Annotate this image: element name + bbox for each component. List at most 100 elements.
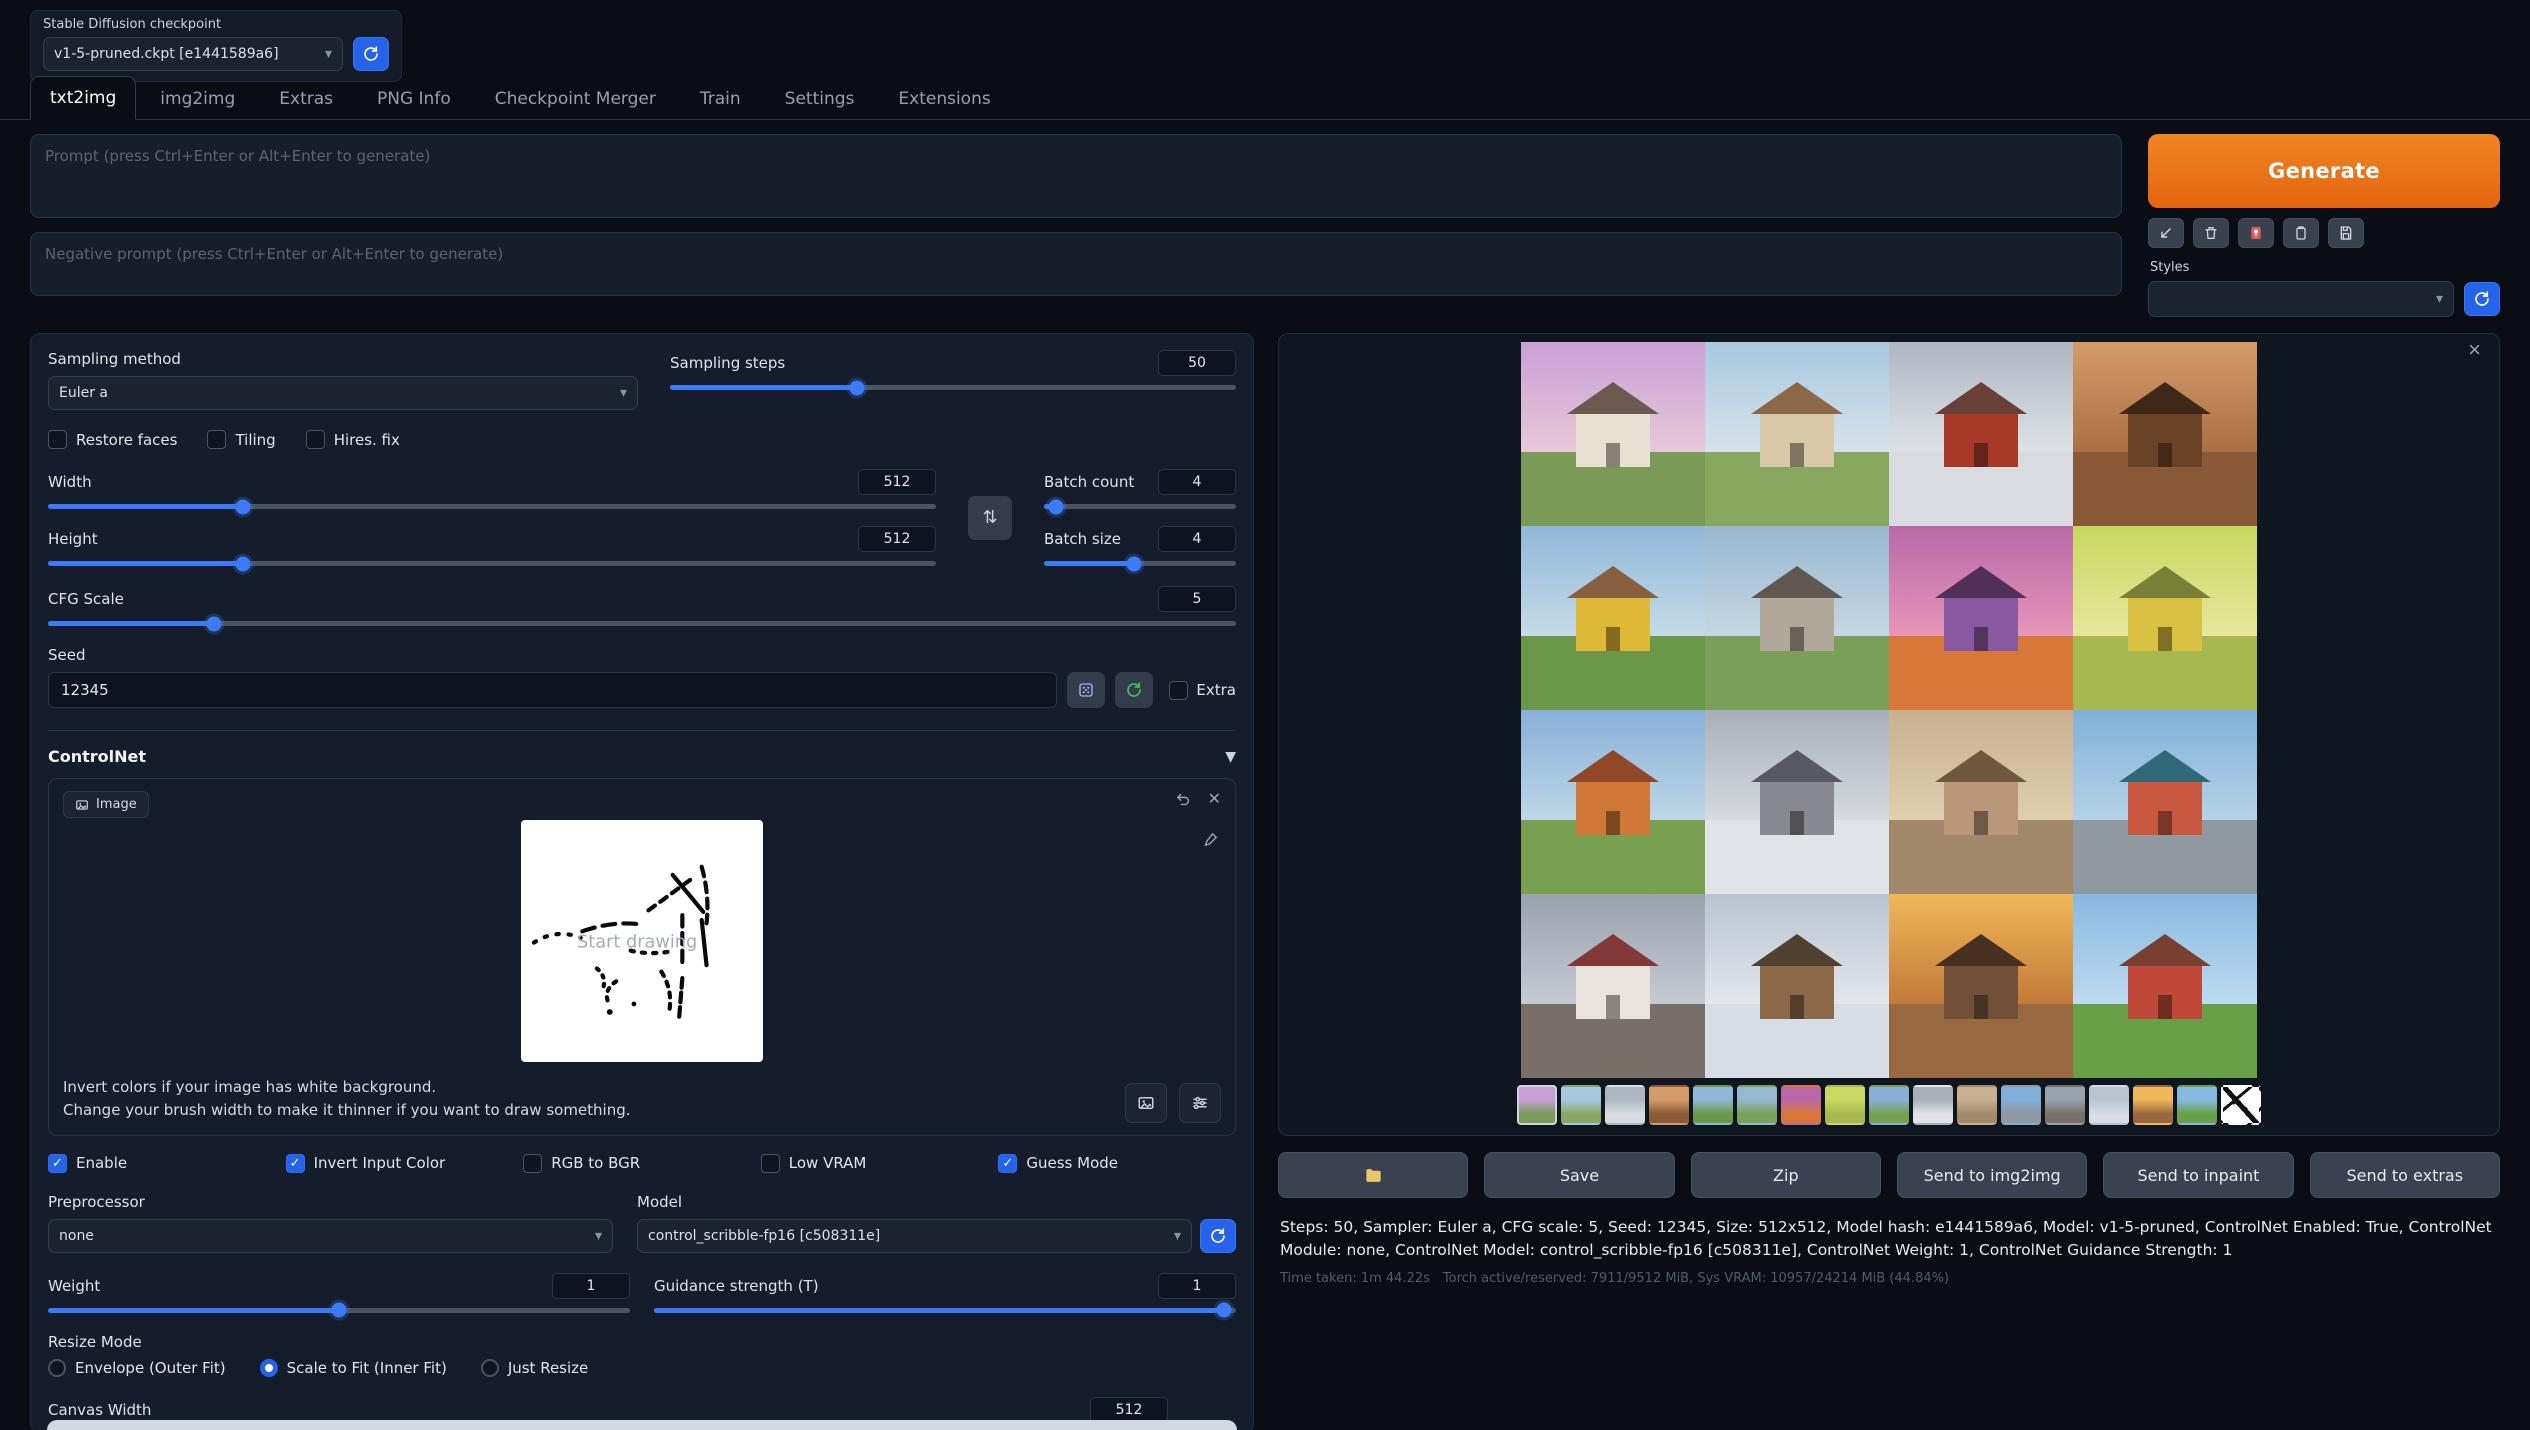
gallery-image[interactable] xyxy=(1889,710,2073,894)
gallery-image[interactable] xyxy=(2073,342,2257,526)
gallery-thumbnail[interactable] xyxy=(2001,1085,2041,1125)
sampling-steps-input[interactable]: 50 xyxy=(1158,350,1236,376)
refresh-styles-button[interactable] xyxy=(2464,282,2500,316)
send-inpaint-button[interactable]: Send to inpaint xyxy=(2103,1152,2293,1198)
gallery-thumbnail[interactable] xyxy=(2045,1085,2085,1125)
gallery-image[interactable] xyxy=(1889,894,2073,1078)
tab-img2img[interactable]: img2img xyxy=(140,76,255,120)
controlnet-image-tab[interactable]: Image xyxy=(63,791,149,818)
guidance-strength-input[interactable]: 1 xyxy=(1158,1273,1236,1299)
swap-dimensions-button[interactable]: ⇅ xyxy=(968,496,1012,540)
extra-networks-button[interactable] xyxy=(2238,218,2274,248)
tab-png-info[interactable]: PNG Info xyxy=(357,76,471,120)
gallery-image[interactable] xyxy=(1889,526,2073,710)
seed-input[interactable] xyxy=(48,672,1057,708)
clear-image-icon[interactable]: ✕ xyxy=(1208,792,1221,808)
tiling-checkbox[interactable]: Tiling xyxy=(207,430,275,449)
sampling-steps-slider[interactable] xyxy=(670,385,1236,390)
guidance-strength-slider[interactable] xyxy=(654,1308,1236,1313)
refresh-models-button[interactable] xyxy=(1200,1219,1236,1253)
tab-settings[interactable]: Settings xyxy=(765,76,875,120)
negative-prompt-input[interactable] xyxy=(30,232,2122,296)
gallery-thumbnail[interactable] xyxy=(1913,1085,1953,1125)
gallery-thumbnail[interactable] xyxy=(1605,1085,1645,1125)
low-vram-checkbox[interactable]: Low VRAM xyxy=(761,1154,999,1173)
zip-button[interactable]: Zip xyxy=(1691,1152,1881,1198)
rgb-to-bgr-checkbox[interactable]: RGB to BGR xyxy=(523,1154,761,1173)
just-resize-radio[interactable]: Just Resize xyxy=(481,1359,588,1377)
gallery-thumbnail[interactable] xyxy=(1649,1085,1689,1125)
reuse-seed-button[interactable] xyxy=(1115,672,1153,708)
open-folder-button[interactable] xyxy=(1278,1152,1468,1198)
gallery-image[interactable] xyxy=(2073,526,2257,710)
gallery-thumbnail[interactable] xyxy=(1517,1085,1557,1125)
gallery-image[interactable] xyxy=(1705,342,1889,526)
gallery-image[interactable] xyxy=(1889,342,2073,526)
canvas-settings-button[interactable] xyxy=(1179,1083,1221,1123)
gallery-thumbnail[interactable] xyxy=(1869,1085,1909,1125)
guess-mode-checkbox[interactable]: ✓Guess Mode xyxy=(998,1154,1236,1173)
controlnet-map-thumbnail[interactable] xyxy=(2221,1085,2261,1125)
apply-style-button[interactable] xyxy=(2283,218,2319,248)
width-input[interactable]: 512 xyxy=(858,469,936,495)
generate-button[interactable]: Generate xyxy=(2148,134,2500,208)
styles-select[interactable]: ▾ xyxy=(2148,281,2454,317)
tab-extras[interactable]: Extras xyxy=(259,76,353,120)
batch-size-input[interactable]: 4 xyxy=(1158,526,1236,552)
seed-extra-checkbox[interactable]: Extra xyxy=(1169,681,1236,700)
send-img2img-button[interactable]: Send to img2img xyxy=(1897,1152,2087,1198)
save-style-button[interactable] xyxy=(2328,218,2364,248)
batch-count-input[interactable]: 4 xyxy=(1158,469,1236,495)
width-slider[interactable] xyxy=(48,504,936,509)
gallery-thumbnail[interactable] xyxy=(1781,1085,1821,1125)
gallery-thumbnail[interactable] xyxy=(1693,1085,1733,1125)
undo-icon[interactable] xyxy=(1175,791,1192,808)
new-canvas-button[interactable] xyxy=(1125,1083,1167,1123)
gallery-image[interactable] xyxy=(1521,342,1705,526)
gallery-thumbnail[interactable] xyxy=(1737,1085,1777,1125)
weight-slider[interactable] xyxy=(48,1308,630,1313)
controlnet-model-select[interactable]: control_scribble-fp16 [c508311e] ▾ xyxy=(637,1219,1192,1253)
cfg-scale-input[interactable]: 5 xyxy=(1158,586,1236,612)
tab-extensions[interactable]: Extensions xyxy=(878,76,1010,120)
canvas-width-input[interactable]: 512 xyxy=(1090,1397,1168,1423)
batch-count-slider[interactable] xyxy=(1044,504,1236,509)
refresh-checkpoint-button[interactable] xyxy=(353,37,389,71)
close-gallery-icon[interactable]: × xyxy=(2462,338,2487,362)
invert-input-color-checkbox[interactable]: ✓Invert Input Color xyxy=(286,1154,524,1173)
gallery-image[interactable] xyxy=(1705,526,1889,710)
gallery-thumbnail[interactable] xyxy=(2177,1085,2217,1125)
paste-params-button[interactable] xyxy=(2148,218,2184,248)
send-extras-button[interactable]: Send to extras xyxy=(2310,1152,2500,1198)
cfg-scale-slider[interactable] xyxy=(48,621,1236,626)
height-input[interactable]: 512 xyxy=(858,526,936,552)
gallery-image[interactable] xyxy=(1705,710,1889,894)
random-seed-button[interactable] xyxy=(1067,672,1105,708)
gallery-image[interactable] xyxy=(1705,894,1889,1078)
tab-train[interactable]: Train xyxy=(680,76,761,120)
tab-txt2img[interactable]: txt2img xyxy=(30,76,136,120)
preprocessor-select[interactable]: none ▾ xyxy=(48,1219,613,1253)
envelope-outer-fit-radio[interactable]: Envelope (Outer Fit) xyxy=(48,1359,226,1377)
gallery-thumbnail[interactable] xyxy=(2133,1085,2173,1125)
gallery-image[interactable] xyxy=(1521,710,1705,894)
brush-icon[interactable] xyxy=(1202,831,1219,848)
preview-annotator-button[interactable] xyxy=(47,1420,1237,1430)
sampling-method-select[interactable]: Euler a ▾ xyxy=(48,376,638,410)
scribble-canvas[interactable]: Start drawing xyxy=(521,820,763,1062)
gallery-image[interactable] xyxy=(2073,710,2257,894)
gallery-thumbnail[interactable] xyxy=(2089,1085,2129,1125)
weight-input[interactable]: 1 xyxy=(552,1273,630,1299)
save-button[interactable]: Save xyxy=(1484,1152,1674,1198)
scale-to-fit-inner-fit-radio[interactable]: Scale to Fit (Inner Fit) xyxy=(260,1359,447,1377)
gallery-thumbnail[interactable] xyxy=(1825,1085,1865,1125)
enable-checkbox[interactable]: ✓Enable xyxy=(48,1154,286,1173)
checkpoint-select[interactable]: v1-5-pruned.ckpt [e1441589a6] ▾ xyxy=(43,37,343,71)
controlnet-collapse-icon[interactable]: ▼ xyxy=(1225,749,1236,765)
restore-faces-checkbox[interactable]: Restore faces xyxy=(48,430,177,449)
gallery-image[interactable] xyxy=(2073,894,2257,1078)
gallery-image[interactable] xyxy=(1521,894,1705,1078)
height-slider[interactable] xyxy=(48,561,936,566)
gallery-thumbnail[interactable] xyxy=(1957,1085,1997,1125)
gallery-thumbnail[interactable] xyxy=(1561,1085,1601,1125)
